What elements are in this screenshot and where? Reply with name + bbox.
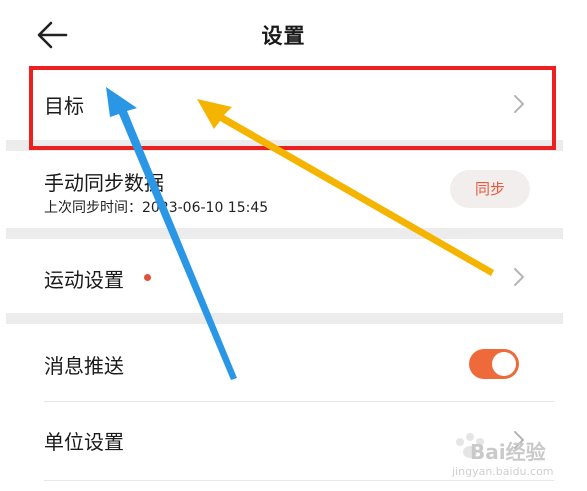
annotation-arrows	[106, 87, 494, 380]
yellow-arrow-icon	[197, 99, 494, 276]
watermark-brand: Bai经验	[470, 440, 546, 464]
watermark-url: jingyan.baidu.com	[452, 465, 554, 478]
blue-arrow-icon	[106, 87, 237, 380]
